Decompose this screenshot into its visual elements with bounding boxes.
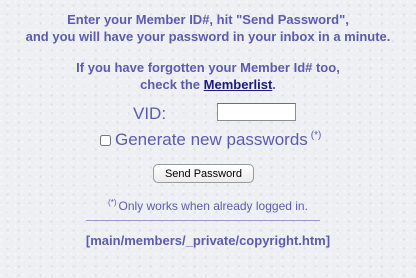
login-note: (*) Only works when already logged in. bbox=[0, 198, 416, 213]
forgot-line-2-suffix: . bbox=[272, 77, 276, 92]
generate-passwords-text: Generate new passwords bbox=[115, 130, 308, 149]
vid-label: VID: bbox=[133, 104, 167, 123]
generate-passwords-checkbox[interactable] bbox=[100, 135, 111, 146]
send-password-button[interactable]: Send Password bbox=[153, 164, 254, 183]
vid-row: VID: bbox=[0, 103, 416, 125]
login-note-marker: (*) bbox=[108, 198, 117, 207]
generate-passwords-label[interactable]: Generate new passwords (*) bbox=[115, 130, 321, 150]
forgot-line-2-prefix: check the bbox=[140, 77, 204, 92]
intro-line-1: Enter your Member ID#, hit "Send Passwor… bbox=[67, 12, 349, 27]
divider bbox=[86, 220, 320, 221]
intro-text: Enter your Member ID#, hit "Send Passwor… bbox=[0, 11, 416, 45]
memberlist-link[interactable]: Memberlist bbox=[204, 77, 273, 92]
login-note-text: Only works when already logged in. bbox=[118, 199, 308, 213]
footer-path: [main/members/_private/copyright.htm] bbox=[85, 233, 331, 248]
generate-passwords-row: Generate new passwords (*) bbox=[0, 125, 416, 150]
forgot-line-1: If you have forgotten your Member Id# to… bbox=[76, 60, 340, 75]
intro-line-2: and you will have your password in your … bbox=[25, 29, 391, 44]
generate-passwords-marker: (*) bbox=[310, 130, 322, 141]
vid-input[interactable] bbox=[217, 103, 296, 121]
forgot-line-2: check the Memberlist. bbox=[0, 76, 416, 93]
forgot-id-text: If you have forgotten your Member Id# to… bbox=[0, 59, 416, 93]
member-password-page: Enter your Member ID#, hit "Send Passwor… bbox=[0, 0, 416, 278]
